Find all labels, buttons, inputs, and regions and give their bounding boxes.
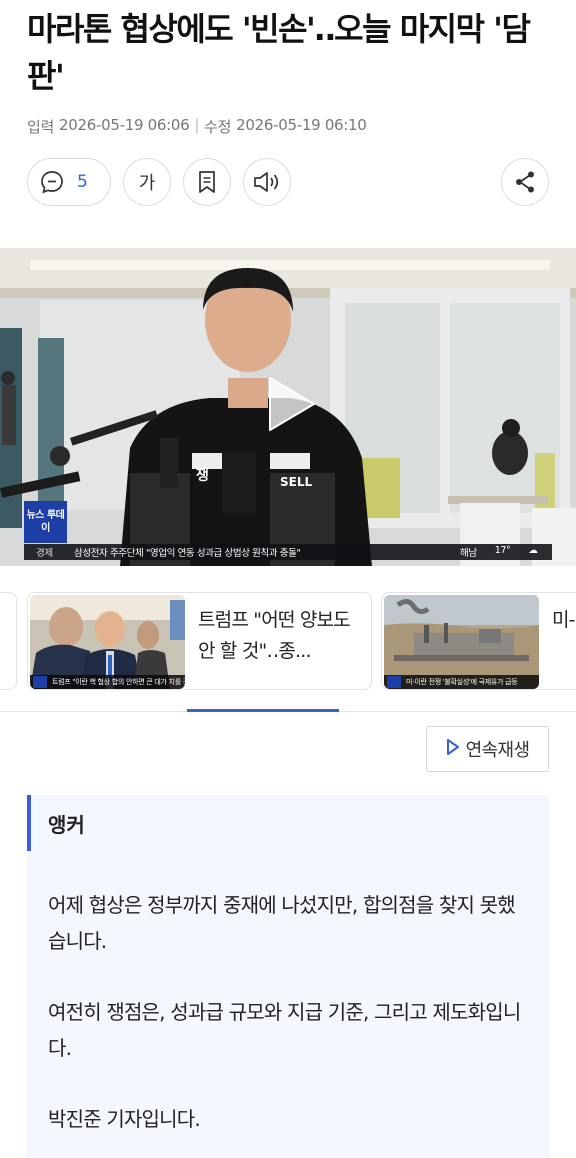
article-toolbar: 5 가 xyxy=(27,158,549,206)
play-outline-icon xyxy=(446,738,460,761)
modified-time: 2026-05-19 06:10 xyxy=(236,116,367,134)
related-thumbnail: 트럼프 "이란 핵 협상 합의 안하면 큰 대가 치를 것" xyxy=(30,595,185,689)
weather-temp: 17° xyxy=(494,545,511,556)
ticker-category: 경제 xyxy=(36,548,53,559)
autoplay-label: 연속재생 xyxy=(465,740,530,761)
ticker-text: 삼성전자 주주단체 "영업익 연동 성과급 상법상 원칙과 충돌" xyxy=(74,548,301,559)
thumbnail-caption: 미-이란 전쟁 '불확실성'에 국제유가 급등 xyxy=(384,675,539,689)
section-marker xyxy=(27,795,31,851)
vest-label-right: SELL xyxy=(280,475,312,489)
section-label: 앵커 xyxy=(48,813,85,837)
article-paragraph: 어제 협상은 정부까지 중재에 나섰지만, 합의점을 찾지 못했습니다. xyxy=(48,893,516,953)
text-to-speech-button[interactable] xyxy=(243,158,291,206)
thumbnail-caption-text: 미-이란 전쟁 '불확실성'에 국제유가 급등 xyxy=(406,678,518,686)
font-size-button[interactable]: 가 xyxy=(123,158,171,206)
article-paragraph: 여전히 쟁점은, 성과급 규모와 지급 기준, 그리고 제도화입니다. xyxy=(48,1000,521,1060)
article-headline: 마라톤 협상에도 '빈손'‥오늘 마지막 '담판' xyxy=(27,10,531,95)
channel-logo: 뉴스 투데이 xyxy=(24,501,67,543)
published-label: 입력 xyxy=(27,118,55,136)
related-card[interactable]: 미-이란 전쟁 '불확실성'에 국제유가 급등 미-이란 전쟁 실상 xyxy=(381,592,576,690)
published-time: 2026-05-19 06:06 xyxy=(59,116,190,134)
article-meta: 입력 2026-05-19 06:06 | 수정 2026-05-19 06:1… xyxy=(27,116,367,137)
news-ticker: 경제 삼성전자 주주단체 "영업익 연동 성과급 상법상 원칙과 충돌" 해남 … xyxy=(24,544,552,560)
related-card[interactable]: 트럼프 "이란 핵 협상 합의 안하면 큰 대가 치를 것" 트럼프 "어떤 양… xyxy=(27,592,372,690)
carousel-indicator xyxy=(187,709,339,712)
related-thumbnail: 미-이란 전쟁 '불확실성'에 국제유가 급등 xyxy=(384,595,539,689)
cloud-icon: ☁ xyxy=(528,545,538,556)
thumbnail-caption: 트럼프 "이란 핵 협상 합의 안하면 큰 대가 치를 것" xyxy=(30,675,185,689)
article-body: 앵커 어제 협상은 정부까지 중재에 나섰지만, 합의점을 찾지 못했습니다. … xyxy=(27,795,549,1158)
related-videos-carousel[interactable]: 트럼프 "이란 핵 협상 합의 안하면 큰 대가 치를 것" 트럼프 "어떤 양… xyxy=(0,592,576,690)
bookmark-button[interactable] xyxy=(183,158,231,206)
related-title: 트럼프 "어떤 양보도 안 할 것"‥종... xyxy=(198,609,351,662)
share-button[interactable] xyxy=(501,158,549,206)
modified-label: 수정 xyxy=(204,118,232,136)
mini-logo xyxy=(387,676,401,688)
related-title: 미-이란 전쟁 실상 xyxy=(552,609,576,631)
meta-separator: | xyxy=(194,116,200,134)
mini-logo xyxy=(33,676,47,688)
weather-info: 해남 17° ☁ xyxy=(452,545,552,559)
thumbnail-caption-text: 트럼프 "이란 핵 협상 합의 안하면 큰 대가 치를 것" xyxy=(52,678,185,686)
comment-count: 5 xyxy=(77,172,88,192)
vest-label-left: 쟁 xyxy=(196,467,209,484)
share-icon xyxy=(513,170,537,194)
speaker-icon xyxy=(252,170,282,194)
related-card-previous[interactable] xyxy=(0,592,17,690)
video-player[interactable]: 쟁 SELL 뉴스 투데이 경제 삼성전자 주주단체 "영업익 연동 성과급 상… xyxy=(0,248,576,566)
comment-icon xyxy=(39,169,65,195)
weather-location: 해남 xyxy=(460,548,477,559)
play-icon[interactable] xyxy=(262,372,320,436)
comment-button[interactable]: 5 xyxy=(27,158,111,206)
article-paragraph: 박진준 기자입니다. xyxy=(48,1107,201,1131)
autoplay-button[interactable]: 연속재생 xyxy=(426,726,549,772)
bookmark-icon xyxy=(196,170,218,194)
